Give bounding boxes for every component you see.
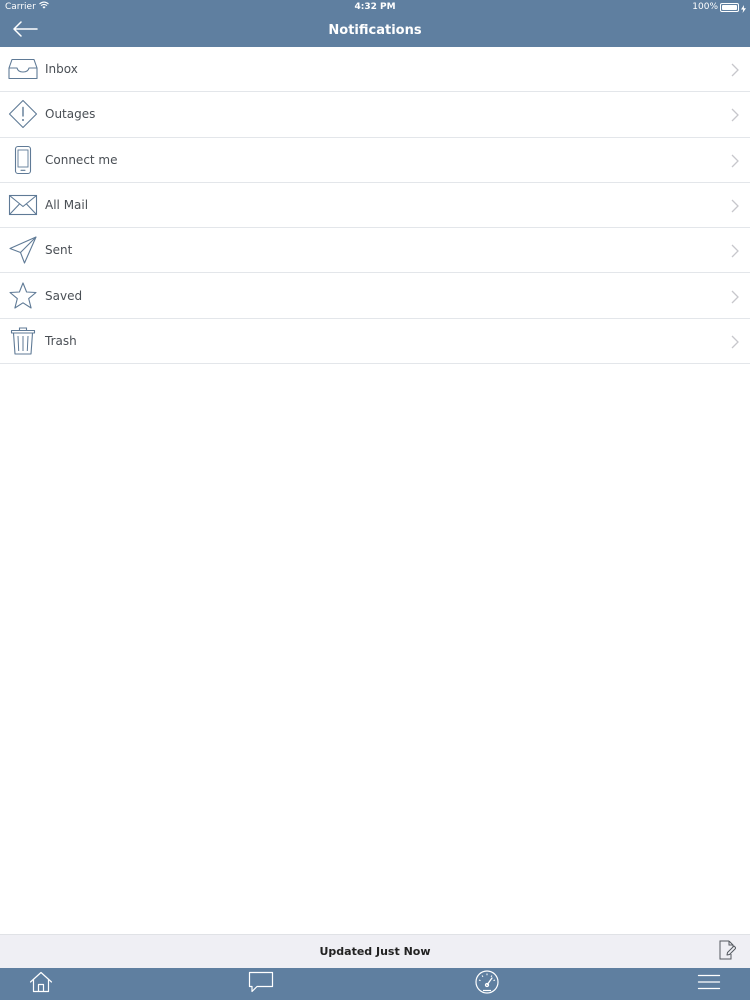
home-icon [29,971,53,997]
tab-menu[interactable] [688,968,730,1000]
notification-folder-list: Inbox Outages Connect me All Mail Sent S… [0,47,750,365]
trash-icon [7,325,39,357]
speedometer-icon [474,970,500,998]
chevron-right-icon [730,153,740,168]
list-item-label: All Mail [45,198,89,213]
chevron-right-icon [730,107,740,122]
inbox-tray-icon [7,53,39,85]
list-item-saved[interactable]: Saved [0,273,750,319]
update-status-text: Updated Just Now [319,945,431,958]
list-item-outages[interactable]: Outages [0,92,750,138]
list-item-all-mail[interactable]: All Mail [0,183,750,229]
envelope-icon [7,189,39,221]
tab-dashboard[interactable] [466,968,508,1000]
battery-fill [722,4,737,10]
star-icon [7,280,39,312]
list-item-label: Saved [45,288,83,303]
paper-plane-icon [7,234,39,266]
warning-diamond-icon [7,98,39,130]
chevron-right-icon [730,198,740,213]
menu-icon [697,973,721,995]
tab-bar [0,968,750,1000]
edit-button[interactable] [716,940,738,964]
list-item-connect-me[interactable]: Connect me [0,138,750,183]
battery-group: 100% [692,0,746,14]
list-item-label: Connect me [45,152,118,167]
list-item-label: Outages [45,107,96,122]
chevron-right-icon [730,334,740,349]
charging-icon [741,4,746,13]
battery-percent: 100% [692,2,718,12]
chevron-right-icon [730,243,740,258]
list-item-sent[interactable]: Sent [0,228,750,274]
status-time: 4:32 PM [354,2,396,12]
tab-home[interactable] [20,968,62,1000]
chat-bubble-icon [248,971,274,997]
header: Carrier 4:32 PM 100% Notifications [0,0,750,47]
page-title: Notifications [328,23,422,38]
list-item-label: Sent [45,243,73,258]
tab-messages[interactable] [240,968,282,1000]
list-item-trash[interactable]: Trash [0,319,750,365]
list-item-label: Trash [45,333,77,348]
edit-document-icon [718,940,737,964]
list-item-label: Inbox [45,62,78,77]
update-status-bar: Updated Just Now [0,934,750,968]
status-bar: Carrier 4:32 PM 100% [0,0,750,14]
phone-icon [7,144,39,176]
list-item-inbox[interactable]: Inbox [0,47,750,93]
chevron-right-icon [730,289,740,304]
battery-icon [720,2,739,12]
chevron-right-icon [730,62,740,77]
